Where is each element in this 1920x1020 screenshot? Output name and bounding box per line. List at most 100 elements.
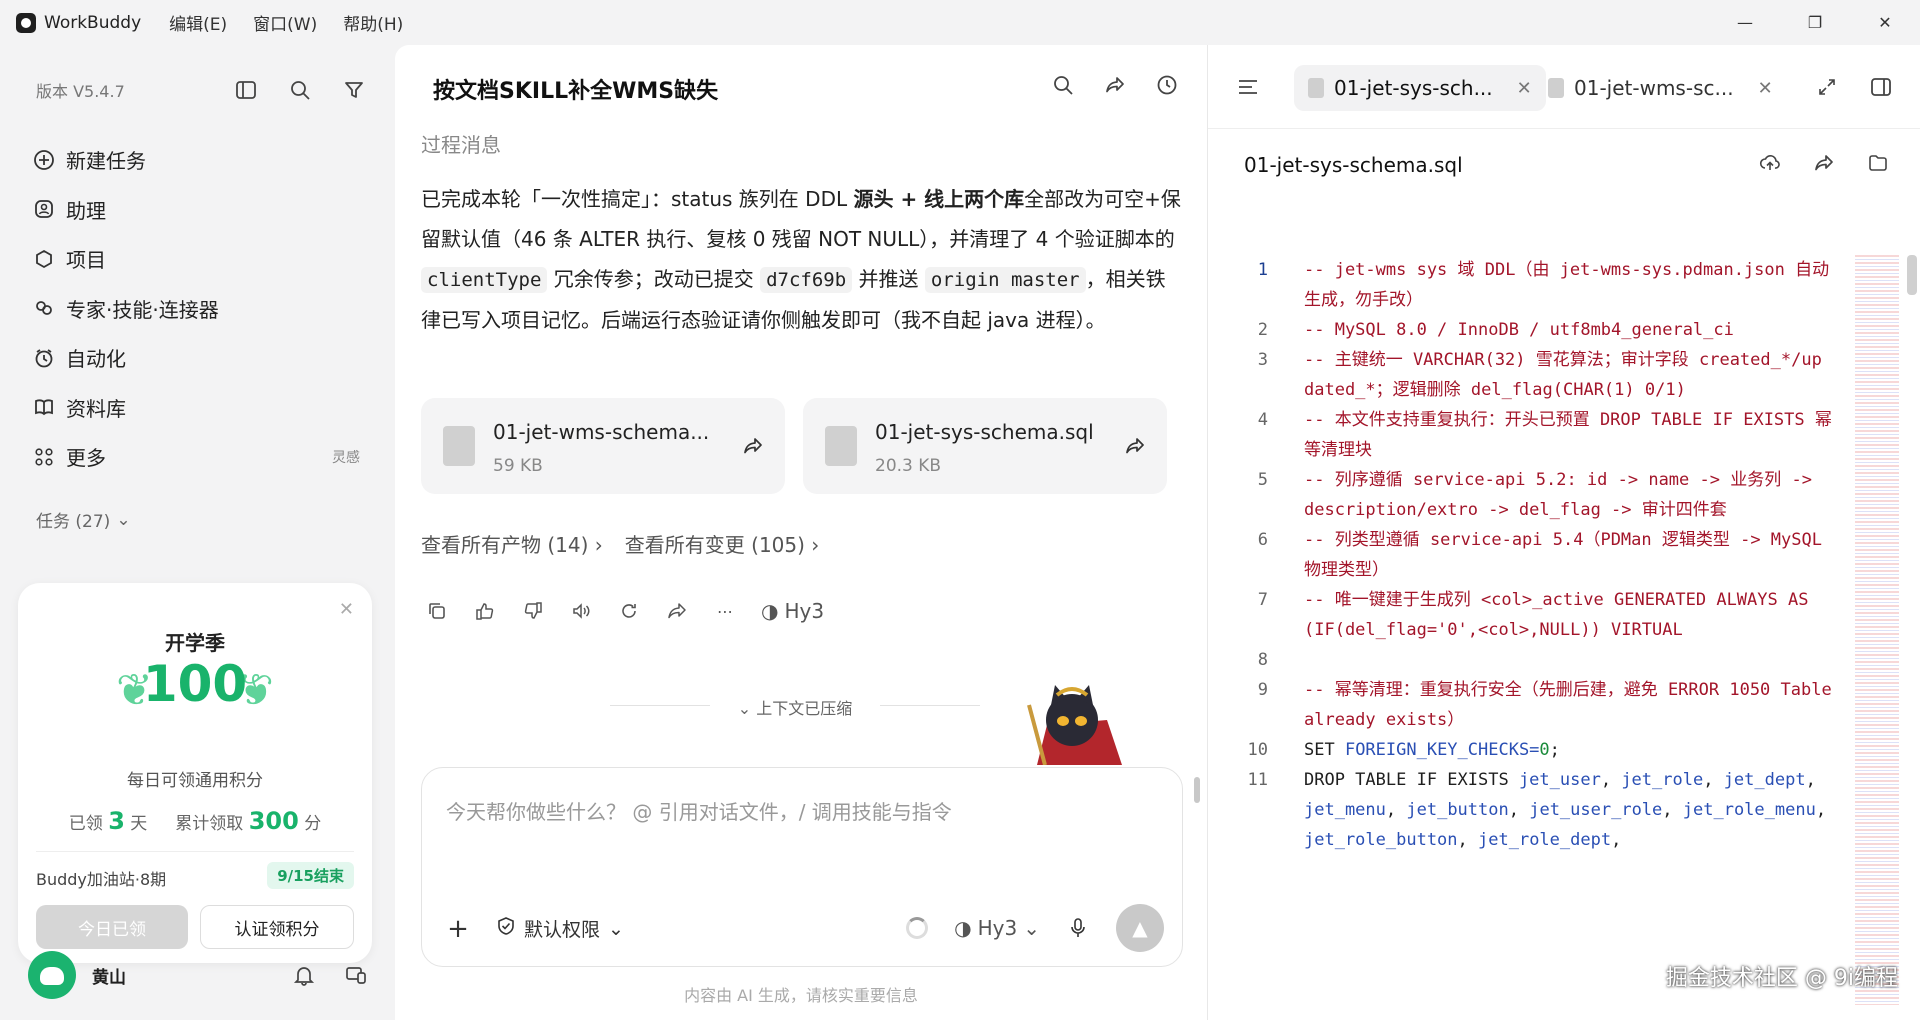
total-points-stat: 累计领取 300 分	[175, 807, 322, 835]
code-scrollbar[interactable]	[1907, 255, 1917, 295]
add-icon[interactable]: +	[446, 914, 470, 944]
assistant-icon	[32, 197, 56, 221]
menu-window[interactable]: 窗口(W)	[253, 10, 317, 35]
history-icon[interactable]	[1155, 73, 1179, 97]
share-icon[interactable]	[1123, 434, 1147, 458]
sidebar-item-more[interactable]: 更多 灵感	[32, 432, 364, 482]
sidebar-item-expert[interactable]: 专家·技能·连接器	[32, 284, 364, 334]
artifact-links: 查看所有产物 (14) › 查看所有变更 (105) ›	[421, 529, 819, 558]
sidebar-item-automation[interactable]: 自动化	[32, 333, 364, 383]
chat-panel: 按文档SKILL补全WMS缺失 过程消息 已完成本轮「一次性搞定」：status…	[395, 45, 1207, 1020]
project-icon	[32, 247, 56, 271]
inspiration-link[interactable]: 灵感	[332, 447, 360, 467]
sidebar-nav: 新建任务 助理 项目 专家·技能·连接器 自动化 资料库 更多 灵感	[32, 135, 364, 482]
speaker-icon[interactable]	[569, 599, 593, 623]
new-task-icon	[32, 148, 56, 172]
file-icon	[1548, 78, 1564, 98]
model-selector[interactable]: ◑ Hy3 ⌄	[954, 916, 1040, 940]
sidebar-toggle-icon[interactable]	[234, 78, 258, 102]
code-line: 3 -- 主键统一 VARCHAR(32) 雪花算法；审计字段 created_*…	[1257, 350, 1822, 400]
folder-icon[interactable]	[1866, 151, 1890, 175]
search-icon[interactable]	[288, 78, 312, 102]
share-icon[interactable]	[1812, 151, 1836, 175]
file-tabs-bar: 01-jet-sys-sch... ✕ 01-jet-wms-sc... ✕	[1208, 45, 1920, 129]
minimize-button[interactable]: —	[1710, 0, 1780, 45]
code-line: 8	[1257, 650, 1268, 670]
sidebar-item-label: 项目	[66, 248, 106, 273]
send-button[interactable]: ▲	[1116, 904, 1164, 952]
promo-subtitle: 每日可领通用积分	[127, 771, 263, 791]
thumbs-up-icon[interactable]	[473, 599, 497, 623]
file-icon	[825, 426, 857, 466]
search-icon[interactable]	[1051, 73, 1075, 97]
verify-points-button[interactable]: 认证领积分	[200, 905, 354, 949]
share-icon[interactable]	[741, 434, 765, 458]
sidebar-item-new-task[interactable]: 新建任务	[32, 135, 364, 185]
close-icon[interactable]: ✕	[339, 599, 354, 620]
file-name: 01-jet-sys-schema.sql	[875, 420, 1094, 444]
inline-code: clientType	[421, 267, 548, 293]
thumbs-down-icon[interactable]	[521, 599, 545, 623]
sidebar-item-label: 更多	[66, 446, 106, 471]
close-window-button[interactable]: ✕	[1850, 0, 1920, 45]
file-title: 01-jet-sys-schema.sql	[1244, 153, 1463, 177]
menu-edit[interactable]: 编辑(E)	[169, 10, 227, 35]
permission-dropdown[interactable]: 默认权限 ⌄	[496, 915, 624, 942]
watermark: 掘金技术社区 @ 9i编程	[1665, 966, 1898, 991]
close-icon[interactable]: ✕	[1517, 78, 1532, 99]
code-minimap[interactable]	[1855, 255, 1899, 1005]
view-artifacts-link[interactable]: 查看所有产物 (14) ›	[421, 529, 603, 558]
regenerate-icon[interactable]	[617, 599, 641, 623]
file-viewer-panel: 01-jet-sys-sch... ✕ 01-jet-wms-sc... ✕ 0…	[1207, 45, 1920, 1020]
sidebar-item-label: 助理	[66, 198, 106, 223]
tasks-label: 任务 (27)	[36, 512, 111, 532]
sidebar-item-library[interactable]: 资料库	[32, 383, 364, 433]
code-line: 9 -- 幂等清理：重复执行安全（先删后建，避免 ERROR 1050 Table…	[1257, 680, 1842, 730]
tab-sys-schema[interactable]: 01-jet-sys-sch... ✕	[1294, 65, 1546, 111]
more-options-icon[interactable]: ⋯	[713, 599, 737, 623]
tab-wms-schema[interactable]: 01-jet-wms-sc... ✕	[1534, 65, 1787, 111]
promo-title: 开学季	[165, 631, 225, 655]
message-toolbar: ⋯ ◑ Hy3	[425, 599, 824, 623]
file-size: 59 KB	[493, 456, 543, 476]
filter-icon[interactable]	[342, 78, 366, 102]
chevron-down-icon: ⌄	[1023, 916, 1040, 940]
devices-icon[interactable]	[344, 963, 368, 987]
context-compressed-notice[interactable]: ⌄ 上下文已压缩	[610, 695, 980, 719]
share-icon[interactable]	[665, 599, 689, 623]
chat-actions	[1051, 73, 1179, 97]
bell-icon[interactable]	[292, 963, 316, 987]
today-claimed-button[interactable]: 今日已领	[36, 905, 188, 949]
share-icon[interactable]	[1103, 73, 1127, 97]
sidebar-item-label: 自动化	[66, 347, 126, 372]
code-line: 11 DROP TABLE IF EXISTS jet_user, jet_rol…	[1247, 770, 1837, 850]
microphone-icon[interactable]	[1066, 916, 1090, 940]
assistant-message: 已完成本轮「一次性搞定」：status 族列在 DDL 源头 + 线上两个库全部…	[421, 187, 1181, 332]
expand-icon[interactable]	[1815, 75, 1839, 99]
restore-button[interactable]: ❐	[1780, 0, 1850, 45]
process-messages-label: 过程消息	[421, 133, 501, 157]
sidebar-item-project[interactable]: 项目	[32, 234, 364, 284]
menu-help[interactable]: 帮助(H)	[343, 10, 403, 35]
copy-icon[interactable]	[425, 599, 449, 623]
model-logo-icon: ◑	[761, 599, 779, 623]
sidebar-item-assistant[interactable]: 助理	[32, 185, 364, 235]
composer-placeholder[interactable]: 今天帮你做些什么？ @ 引用对话文件，/ 调用技能与指令	[446, 796, 952, 825]
upload-icon[interactable]	[1758, 151, 1782, 175]
sidebar-header: 版本 V5.4.7	[36, 75, 366, 105]
file-card[interactable]: 01-jet-sys-schema.sql 20.3 KB	[803, 398, 1167, 494]
file-card[interactable]: 01-jet-wms-schema... 59 KB	[421, 398, 785, 494]
tasks-section-toggle[interactable]: 任务 (27) ⌄	[36, 507, 131, 533]
avatar[interactable]	[28, 951, 76, 999]
panel-toggle-icon[interactable]	[1869, 75, 1893, 99]
close-icon[interactable]: ✕	[1758, 78, 1773, 99]
library-icon	[32, 395, 56, 419]
code-line: 1 -- jet-wms sys 域 DDL（由 jet-wms-sys.pdma…	[1257, 260, 1830, 310]
view-changes-link[interactable]: 查看所有变更 (105) ›	[625, 529, 820, 558]
code-editor[interactable]: 1 -- jet-wms sys 域 DDL（由 jet-wms-sys.pdma…	[1208, 255, 1848, 1005]
chat-scrollbar[interactable]	[1194, 117, 1202, 817]
chevron-down-icon: ⌄	[608, 917, 624, 940]
message-composer[interactable]: 今天帮你做些什么？ @ 引用对话文件，/ 调用技能与指令 + 默认权限 ⌄ ◑ H…	[421, 767, 1183, 967]
file-actions	[1758, 151, 1890, 175]
menu-list-icon[interactable]	[1236, 75, 1260, 99]
